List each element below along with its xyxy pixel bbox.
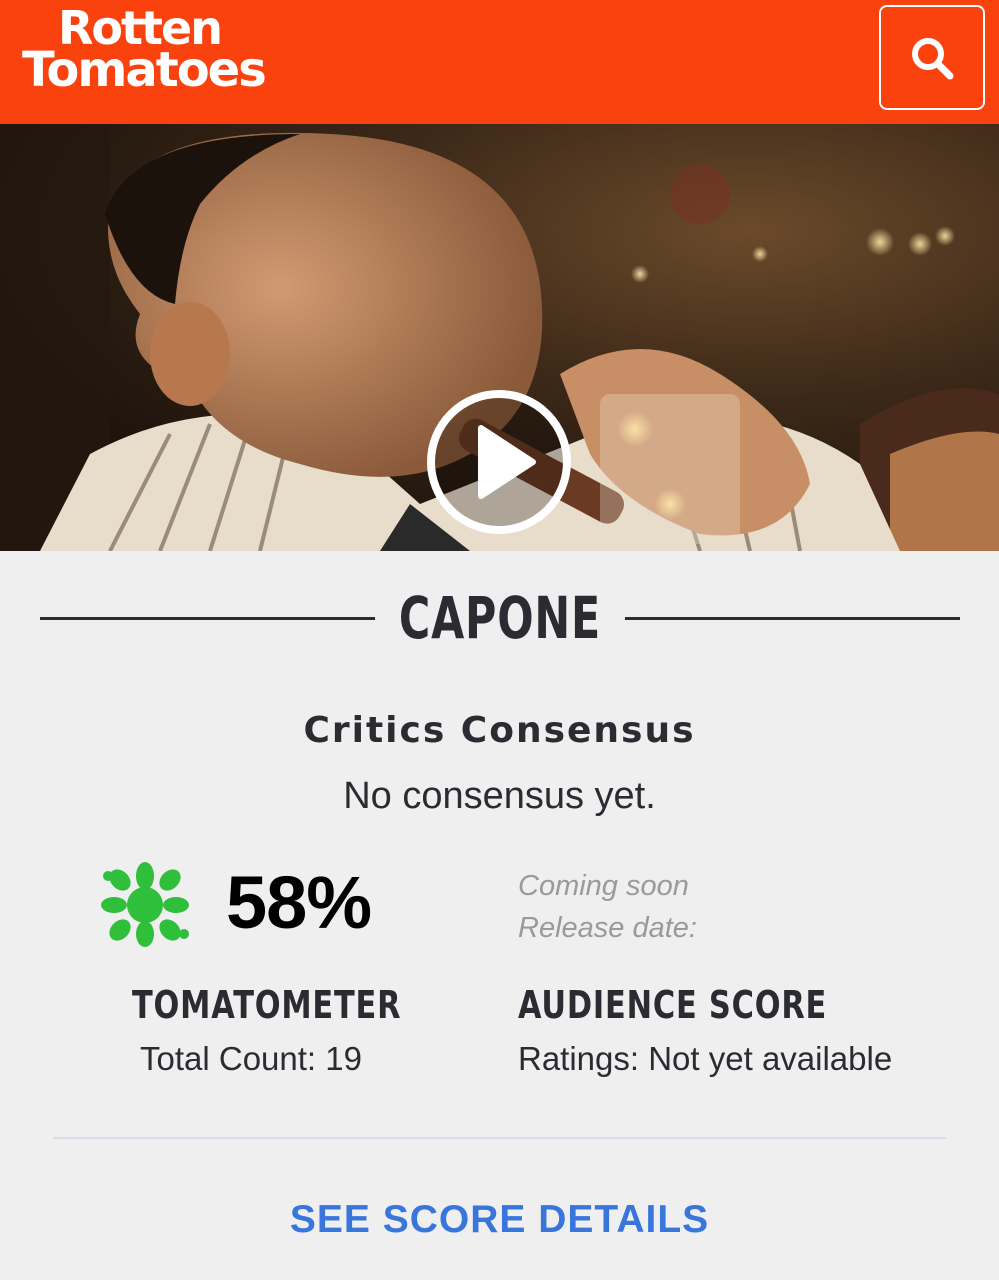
top-header: Rotten Tomatoes xyxy=(0,0,999,124)
critics-consensus-text: No consensus yet. xyxy=(343,775,656,817)
rotten-splat-icon xyxy=(101,862,189,947)
title-divider-right xyxy=(625,617,960,620)
play-icon[interactable] xyxy=(425,388,573,536)
audience-score-label: AUDIENCE SCORE xyxy=(518,983,828,1027)
logo-line-2: Tomatoes xyxy=(22,42,267,99)
trailer-thumbnail[interactable] xyxy=(0,124,999,551)
audience-status-line-2: Release date: xyxy=(518,912,697,944)
tomatometer-label: TOMATOMETER xyxy=(132,983,402,1027)
critics-consensus-heading: Critics Consensus xyxy=(303,710,696,751)
rotten-tomatoes-logo[interactable]: Rotten Tomatoes xyxy=(22,5,267,99)
audience-status-line-1: Coming soon xyxy=(518,870,689,902)
tomatometer-total-count: Total Count: 19 xyxy=(140,1040,362,1077)
movie-title-row: CAPONE xyxy=(40,580,960,660)
movie-title: CAPONE xyxy=(398,584,602,652)
audience-ratings-count: Ratings: Not yet available xyxy=(518,1040,893,1077)
audience-status: Coming soon Release date: xyxy=(518,865,697,949)
title-divider-left xyxy=(40,617,375,620)
tomatometer-score: 58% xyxy=(226,861,372,944)
search-icon xyxy=(912,37,954,79)
section-divider xyxy=(53,1137,946,1139)
search-button[interactable] xyxy=(879,5,985,110)
see-score-details-link[interactable]: SEE SCORE DETAILS xyxy=(0,1198,999,1242)
